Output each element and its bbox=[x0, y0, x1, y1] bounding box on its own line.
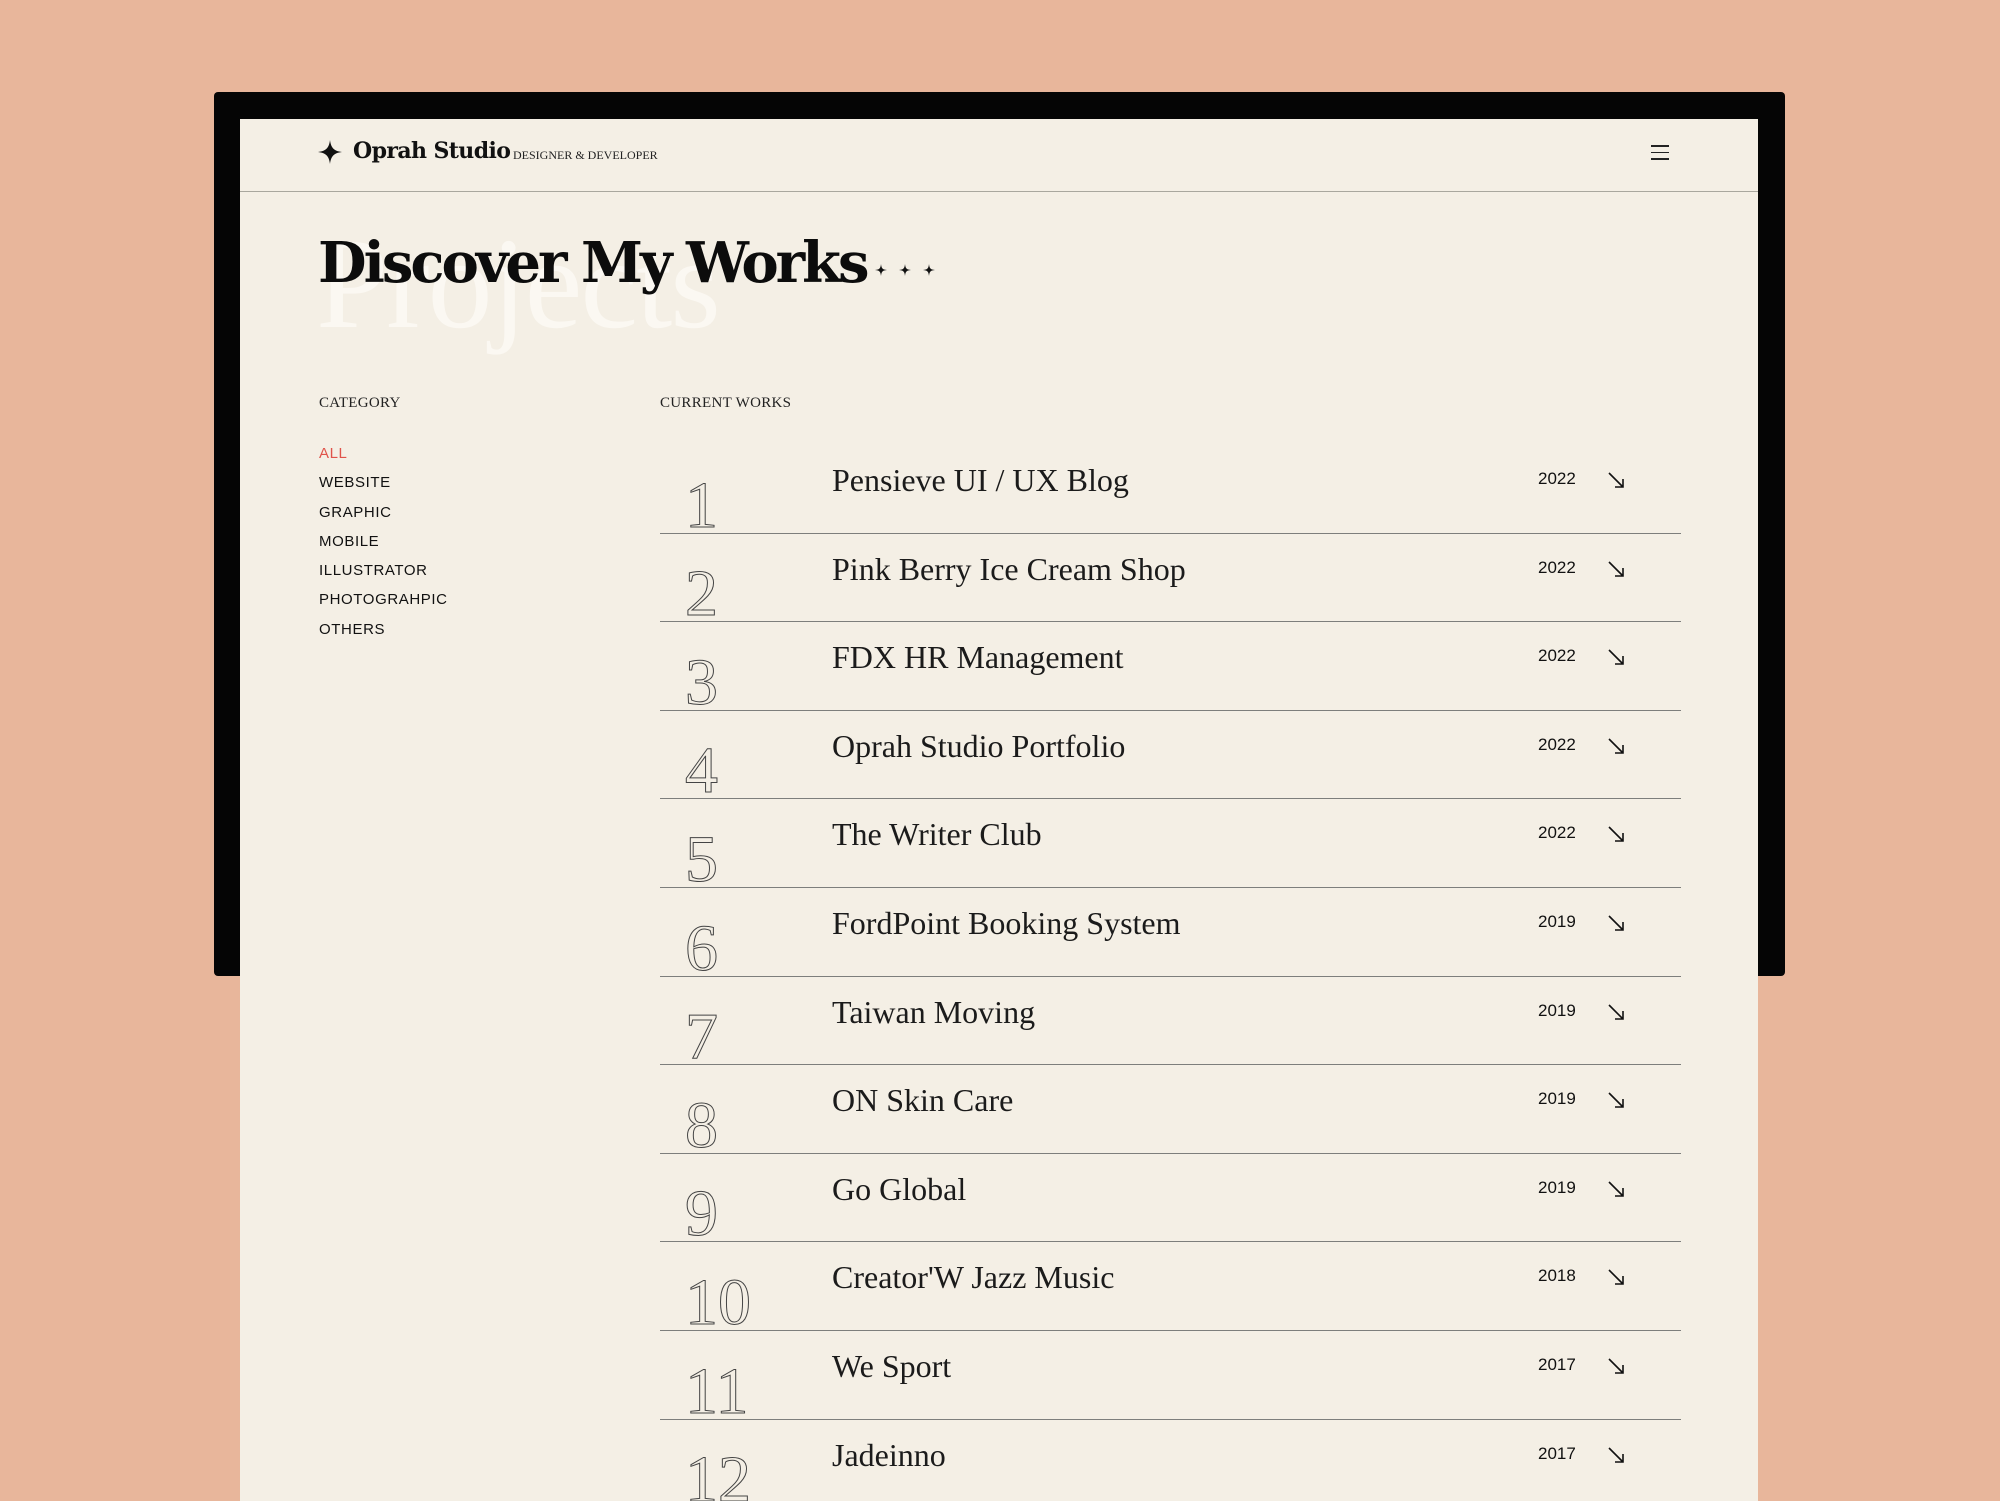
work-row[interactable]: 6 FordPoint Booking System 2019 bbox=[660, 888, 1681, 982]
work-row[interactable]: 9 Go Global 2019 bbox=[660, 1154, 1681, 1247]
site-header: Oprah Studio DESIGNER & DEVELOPER bbox=[240, 119, 1758, 192]
work-title[interactable]: Pensieve UI / UX Blog bbox=[832, 462, 1129, 499]
work-year: 2019 bbox=[1538, 1089, 1576, 1109]
work-number: 4 bbox=[685, 734, 719, 808]
work-year: 2019 bbox=[1538, 1177, 1576, 1197]
work-year: 2017 bbox=[1538, 1443, 1576, 1463]
category-item-mobile[interactable]: MOBILE bbox=[319, 533, 448, 562]
work-number: 3 bbox=[685, 645, 719, 719]
brand-tagline: DESIGNER & DEVELOPER bbox=[513, 148, 658, 162]
page-title: Discover My Works bbox=[318, 230, 870, 296]
work-title[interactable]: The Writer Club bbox=[832, 816, 1042, 853]
arrow-down-right-icon[interactable] bbox=[1607, 1446, 1625, 1464]
brand-name[interactable]: Oprah Studio bbox=[353, 138, 511, 164]
category-item-photographic[interactable]: PHOTOGRAHPIC bbox=[319, 591, 448, 620]
four-point-star-icon bbox=[318, 140, 342, 164]
work-number: 6 bbox=[685, 911, 719, 985]
work-year: 2019 bbox=[1538, 1000, 1576, 1020]
arrow-down-right-icon[interactable] bbox=[1607, 471, 1625, 489]
work-year: 2022 bbox=[1538, 823, 1576, 843]
work-number: 9 bbox=[685, 1177, 719, 1251]
category-item-all[interactable]: ALL bbox=[319, 445, 448, 474]
work-title[interactable]: Jadeinno bbox=[832, 1437, 946, 1474]
work-row[interactable]: 5 The Writer Club 2022 bbox=[660, 799, 1681, 893]
category-item-illustrator[interactable]: ILLUSTRATOR bbox=[319, 562, 448, 591]
work-title[interactable]: Go Global bbox=[832, 1171, 966, 1208]
work-row[interactable]: 8 ON Skin Care 2019 bbox=[660, 1065, 1681, 1159]
hamburger-menu-icon[interactable] bbox=[1651, 145, 1669, 161]
arrow-down-right-icon[interactable] bbox=[1607, 825, 1625, 843]
sparkles-icon bbox=[875, 264, 935, 276]
work-year: 2017 bbox=[1538, 1354, 1576, 1374]
work-row[interactable]: 12 Jadeinno 2017 bbox=[660, 1420, 1681, 1501]
work-row[interactable]: 11 We Sport 2017 bbox=[660, 1331, 1681, 1425]
arrow-down-right-icon[interactable] bbox=[1607, 648, 1625, 666]
work-number: 8 bbox=[685, 1088, 719, 1162]
work-title[interactable]: Taiwan Moving bbox=[832, 994, 1035, 1031]
work-number: 1 bbox=[685, 468, 719, 542]
work-title[interactable]: Oprah Studio Portfolio bbox=[832, 728, 1125, 765]
work-row[interactable]: 1 Pensieve UI / UX Blog 2022 bbox=[660, 445, 1681, 539]
work-year: 2019 bbox=[1538, 911, 1576, 931]
work-number: 2 bbox=[685, 557, 719, 631]
work-year: 2018 bbox=[1538, 1266, 1576, 1286]
work-number: 5 bbox=[685, 822, 719, 896]
arrow-down-right-icon[interactable] bbox=[1607, 1357, 1625, 1375]
work-year: 2022 bbox=[1538, 557, 1576, 577]
work-title[interactable]: We Sport bbox=[832, 1348, 951, 1385]
works-list: 1 Pensieve UI / UX Blog 2022 2 Pink Berr… bbox=[660, 445, 1681, 1501]
category-list: ALL WEBSITE GRAPHIC MOBILE ILLUSTRATOR P… bbox=[319, 445, 448, 650]
work-title[interactable]: FordPoint Booking System bbox=[832, 905, 1181, 942]
work-number: 7 bbox=[685, 1000, 719, 1074]
arrow-down-right-icon[interactable] bbox=[1607, 1091, 1625, 1109]
work-row[interactable]: 10 Creator'W Jazz Music 2018 bbox=[660, 1242, 1681, 1336]
work-title[interactable]: Pink Berry Ice Cream Shop bbox=[832, 551, 1186, 588]
arrow-down-right-icon[interactable] bbox=[1607, 1268, 1625, 1286]
work-row[interactable]: 2 Pink Berry Ice Cream Shop 2022 bbox=[660, 534, 1681, 627]
work-title[interactable]: FDX HR Management bbox=[832, 639, 1124, 676]
work-number: 10 bbox=[685, 1265, 752, 1339]
category-heading: CATEGORY bbox=[319, 395, 401, 411]
work-title[interactable]: ON Skin Care bbox=[832, 1082, 1013, 1119]
arrow-down-right-icon[interactable] bbox=[1607, 737, 1625, 755]
work-year: 2022 bbox=[1538, 734, 1576, 754]
arrow-down-right-icon[interactable] bbox=[1607, 1003, 1625, 1021]
arrow-down-right-icon[interactable] bbox=[1607, 914, 1625, 932]
work-year: 2022 bbox=[1538, 469, 1576, 488]
work-row[interactable]: 7 Taiwan Moving 2019 bbox=[660, 977, 1681, 1070]
category-item-others[interactable]: OTHERS bbox=[319, 621, 448, 650]
work-title[interactable]: Creator'W Jazz Music bbox=[832, 1259, 1114, 1296]
arrow-down-right-icon[interactable] bbox=[1607, 1180, 1625, 1198]
work-number: 12 bbox=[685, 1443, 752, 1501]
current-works-heading: CURRENT WORKS bbox=[660, 395, 792, 411]
arrow-down-right-icon[interactable] bbox=[1607, 560, 1625, 578]
work-row[interactable]: 3 FDX HR Management 2022 bbox=[660, 622, 1681, 716]
category-item-website[interactable]: WEBSITE bbox=[319, 474, 448, 503]
category-item-graphic[interactable]: GRAPHIC bbox=[319, 504, 448, 533]
work-number: 11 bbox=[685, 1354, 750, 1428]
work-row[interactable]: 4 Oprah Studio Portfolio 2022 bbox=[660, 711, 1681, 804]
work-year: 2022 bbox=[1538, 646, 1576, 666]
website-page: Oprah Studio DESIGNER & DEVELOPER Projec… bbox=[240, 119, 1758, 1501]
